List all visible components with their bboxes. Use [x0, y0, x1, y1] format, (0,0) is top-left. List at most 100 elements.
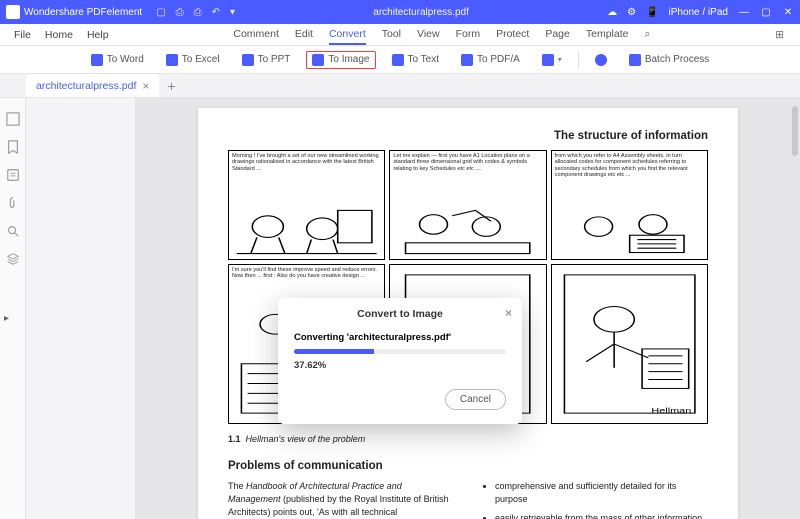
menubar-left: File Home Help — [0, 29, 109, 41]
bullet-list: comprehensive and sufficiently detailed … — [495, 480, 708, 519]
list-item: easily retrievable from the mass of othe… — [495, 512, 708, 519]
to-word-label: To Word — [107, 54, 144, 65]
right-column: comprehensive and sufficiently detailed … — [483, 480, 708, 519]
document-tabbar: architecturalpress.pdf × + — [0, 74, 800, 98]
menu-help[interactable]: Help — [87, 29, 109, 41]
app-name: Wondershare PDFelement — [24, 7, 142, 18]
prev-page-handle[interactable]: ▸ — [0, 309, 13, 328]
gear-icon — [595, 54, 607, 66]
tab-tool[interactable]: Tool — [382, 25, 401, 45]
minimize-button[interactable]: — — [738, 7, 750, 18]
to-image-label: To Image — [328, 54, 369, 65]
more-icon — [542, 54, 554, 66]
menubar-right: ⊞ — [775, 29, 800, 41]
close-window-button[interactable]: ✕ — [782, 7, 794, 18]
two-column-text: The Handbook of Architectural Practice a… — [228, 480, 708, 519]
menu-home[interactable]: Home — [45, 29, 73, 41]
book-title-italic: Handbook of Architectural Practice and M… — [228, 481, 402, 504]
document-tab[interactable]: architecturalpress.pdf × — [26, 74, 159, 97]
attachments-icon[interactable] — [6, 196, 20, 210]
section-heading: Problems of communication — [228, 460, 708, 472]
list-item: comprehensive and sufficiently detailed … — [495, 480, 708, 506]
tab-convert[interactable]: Convert — [329, 25, 366, 45]
redo-icon[interactable]: ▾ — [230, 7, 235, 18]
close-tab-icon[interactable]: × — [142, 79, 149, 93]
dialog-title: Convert to Image × — [278, 298, 522, 326]
left-column: The Handbook of Architectural Practice a… — [228, 480, 453, 519]
progress-fill — [294, 349, 374, 354]
dialog-title-text: Convert to Image — [357, 308, 443, 320]
tab-edit[interactable]: Edit — [295, 25, 313, 45]
document-title: architecturalpress.pdf — [373, 7, 469, 18]
to-pdfa-button[interactable]: To PDF/A — [455, 51, 526, 69]
comic-panel: Let me explain — first you have A1 Locat… — [389, 150, 546, 260]
to-image-button[interactable]: To Image — [306, 51, 375, 69]
search-nav-icon[interactable] — [6, 224, 20, 238]
converting-prefix: Converting — [294, 332, 347, 343]
to-word-button[interactable]: To Word — [85, 51, 150, 69]
more-formats-button[interactable]: ▾ — [536, 51, 568, 69]
comic-caption: I'm sure you'll find these improve speed… — [232, 267, 381, 280]
dialog-converting-label: Converting 'architecturalpress.pdf' — [294, 332, 506, 343]
page-title: The structure of information — [228, 130, 708, 142]
tab-form[interactable]: Form — [456, 25, 481, 45]
bookmark-icon[interactable] — [6, 140, 20, 154]
phone-icon[interactable]: 📱 — [646, 7, 658, 18]
batch-settings-button[interactable] — [589, 51, 613, 69]
tab-view[interactable]: View — [417, 25, 440, 45]
save-icon[interactable]: ⎙ — [176, 7, 184, 18]
print-icon[interactable]: ⎙ — [194, 7, 202, 18]
body-text: The Handbook of Architectural Practice a… — [228, 481, 449, 519]
menu-file[interactable]: File — [14, 29, 31, 41]
comic-panel: Morning ! I've brought a set of our new … — [228, 150, 385, 260]
new-tab-button[interactable]: + — [167, 78, 175, 94]
batch-process-label: Batch Process — [645, 54, 709, 65]
word-icon — [91, 54, 103, 66]
figure-caption: 1.1 Hellman's view of the problem — [228, 434, 708, 444]
grid-icon[interactable]: ⊞ — [775, 29, 784, 41]
menubar: File Home Help Comment Edit Convert Tool… — [0, 24, 800, 46]
thumbnails-icon[interactable] — [6, 112, 20, 126]
to-text-label: To Text — [408, 54, 440, 65]
maximize-button[interactable]: ▢ — [760, 7, 772, 18]
to-ppt-label: To PPT — [258, 54, 291, 65]
workspace: ▸ The structure of information Morning !… — [0, 98, 800, 519]
text-icon — [392, 54, 404, 66]
tab-page[interactable]: Page — [545, 25, 570, 45]
thumbnail-column — [26, 98, 136, 519]
open-icon[interactable]: ▢ — [156, 7, 165, 18]
converting-filename: 'architecturalpress.pdf' — [347, 332, 451, 343]
app-logo-icon — [6, 5, 20, 19]
batch-process-button[interactable]: Batch Process — [623, 51, 715, 69]
to-pdfa-label: To PDF/A — [477, 54, 520, 65]
comic-panel: from which you refer to A4 Assembly shee… — [551, 150, 708, 260]
layers-icon[interactable] — [6, 252, 20, 266]
dialog-close-icon[interactable]: × — [505, 306, 512, 320]
caret-down-icon: ▾ — [558, 55, 562, 64]
to-excel-button[interactable]: To Excel — [160, 51, 226, 69]
to-text-button[interactable]: To Text — [386, 51, 446, 69]
search-icon[interactable]: ⌕ — [644, 25, 650, 45]
menubar-center: Comment Edit Convert Tool View Form Prot… — [233, 25, 650, 45]
to-excel-label: To Excel — [182, 54, 220, 65]
settings-icon[interactable]: ⚙ — [627, 7, 636, 18]
comic-signature: Hellman — [651, 407, 691, 415]
document-tab-label: architecturalpress.pdf — [36, 80, 136, 92]
cancel-button[interactable]: Cancel — [445, 389, 506, 410]
device-label: iPhone / iPad — [668, 7, 728, 18]
undo-icon[interactable]: ↶ — [212, 7, 220, 18]
tab-template[interactable]: Template — [586, 25, 629, 45]
pdfa-icon — [461, 54, 473, 66]
convert-dialog: Convert to Image × Converting 'architect… — [278, 298, 522, 424]
to-ppt-button[interactable]: To PPT — [236, 51, 297, 69]
notes-icon[interactable] — [6, 168, 20, 182]
share-icon[interactable]: ☁ — [607, 7, 617, 18]
tab-protect[interactable]: Protect — [496, 25, 529, 45]
tab-comment[interactable]: Comment — [233, 25, 279, 45]
vertical-scrollbar[interactable] — [792, 106, 798, 156]
ppt-icon — [242, 54, 254, 66]
progress-percent: 37.62% — [294, 360, 506, 371]
figure-number: 1.1 — [228, 434, 241, 444]
comic-panel: Hellman — [551, 264, 708, 424]
excel-icon — [166, 54, 178, 66]
